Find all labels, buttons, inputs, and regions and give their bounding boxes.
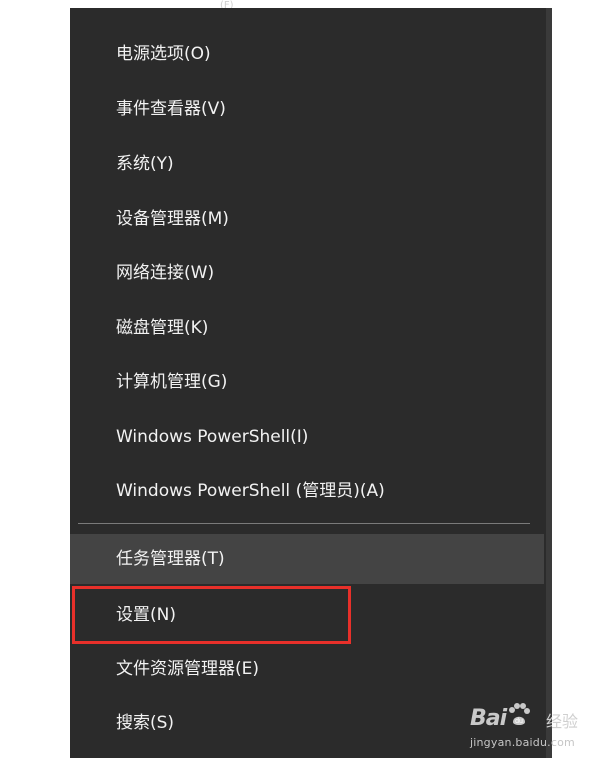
menu-item-label: 文件资源管理器(E): [116, 659, 260, 679]
menu-item-label: 设备管理器(M): [116, 209, 229, 229]
menu-item-file-explorer[interactable]: 文件资源管理器(E): [70, 644, 548, 694]
svg-text:du: du: [515, 718, 523, 725]
watermark-jingyan-text: 经验: [546, 712, 579, 731]
menu-scroll-edge: [546, 8, 552, 758]
menu-item-label: 网络连接(W): [116, 263, 215, 283]
winx-context-menu: 电源选项(O) 事件查看器(V) 系统(Y) 设备管理器(M) 网络连接(W) …: [70, 8, 548, 758]
baidu-jingyan-watermark: Bai du 经验 jingyan.baidu.com: [470, 700, 610, 760]
menu-item-label: 设置(N): [116, 605, 176, 625]
menu-item-label: 搜索(S): [116, 713, 175, 733]
menu-item-system[interactable]: 系统(Y): [70, 139, 548, 189]
menu-item-event-viewer[interactable]: 事件查看器(V): [70, 84, 548, 134]
menu-item-network-connections[interactable]: 网络连接(W): [70, 248, 548, 298]
baidu-paw-icon: du: [509, 703, 530, 725]
menu-item-power-options[interactable]: 电源选项(O): [70, 29, 548, 79]
menu-item-powershell-admin[interactable]: Windows PowerShell (管理员)(A): [70, 466, 548, 516]
menu-item-disk-management[interactable]: 磁盘管理(K): [70, 303, 548, 353]
menu-item-powershell[interactable]: Windows PowerShell(I): [70, 412, 548, 462]
menu-item-computer-management[interactable]: 计算机管理(G): [70, 357, 548, 407]
screenshot-root: { "menu": { "cut_item_label": "(F)", "it…: [0, 0, 612, 765]
menu-item-settings[interactable]: 设置(N): [70, 590, 548, 640]
menu-item-label: 系统(Y): [116, 154, 174, 174]
menu-item-label: 任务管理器(T): [116, 549, 225, 569]
watermark-logo-text: Bai: [470, 706, 507, 731]
menu-separator: [78, 523, 530, 524]
menu-item-label: Windows PowerShell(I): [116, 427, 309, 447]
menu-item-label: Windows PowerShell (管理员)(A): [116, 481, 385, 501]
menu-item-task-manager[interactable]: 任务管理器(T): [70, 534, 544, 584]
menu-item-device-manager[interactable]: 设备管理器(M): [70, 194, 548, 244]
menu-item-label: 计算机管理(G): [116, 372, 228, 392]
menu-item-label: 磁盘管理(K): [116, 318, 209, 338]
menu-item-cut-off: (F): [220, 0, 234, 8]
menu-item-label: 电源选项(O): [116, 44, 211, 64]
menu-item-label: 事件查看器(V): [116, 99, 226, 119]
watermark-url: jingyan.baidu.com: [470, 736, 575, 749]
